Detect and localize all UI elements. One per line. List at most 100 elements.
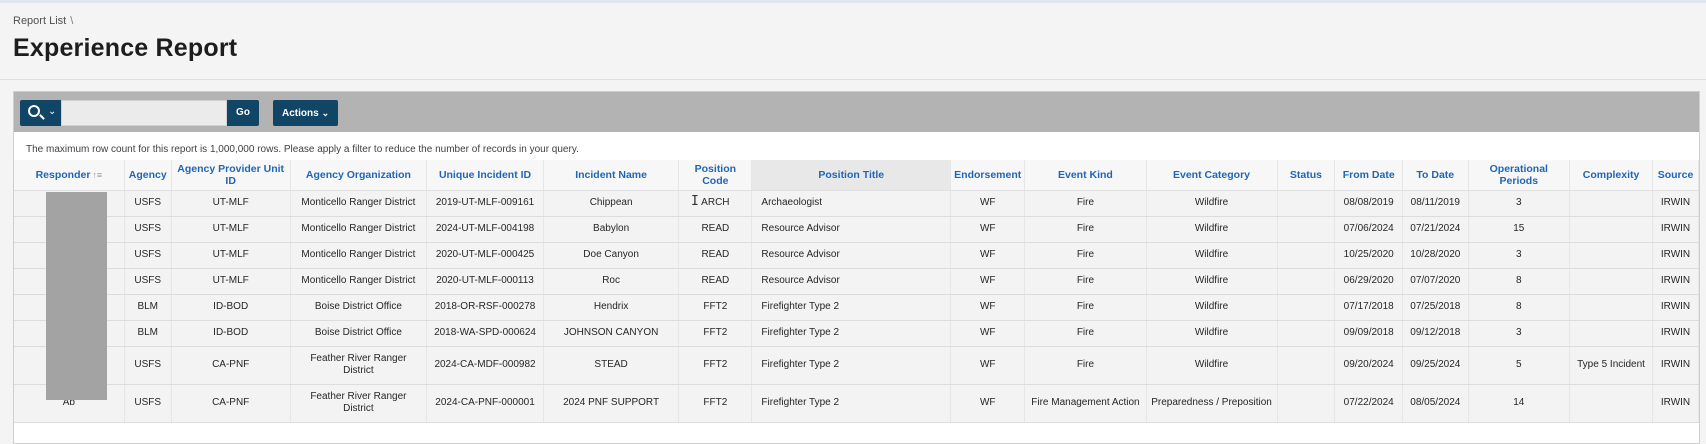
- table-cell: [1277, 384, 1336, 423]
- table-cell: Resource Advisor: [751, 216, 952, 243]
- table-cell: Fire: [1024, 242, 1147, 269]
- table-cell: USFS: [124, 190, 172, 217]
- report-table: Responder ↑≡ Agency Agency Provider Unit …: [14, 160, 1699, 423]
- column-header[interactable]: From Date: [1334, 160, 1404, 191]
- table-cell: 8: [1468, 294, 1571, 321]
- table-row: AbUSFSCA-PNFFeather River Ranger Distric…: [14, 346, 1699, 385]
- go-button[interactable]: Go: [227, 100, 259, 126]
- column-header[interactable]: Endorsement: [950, 160, 1026, 191]
- column-header[interactable]: Operational Periods: [1468, 160, 1571, 191]
- table-cell: Wildfire: [1146, 294, 1278, 321]
- table-cell: 07/25/2018: [1402, 294, 1469, 321]
- column-header[interactable]: Event Category: [1146, 160, 1278, 191]
- table-cell: Archaeologist: [751, 190, 952, 217]
- column-header[interactable]: Agency Organization: [290, 160, 428, 191]
- table-cell: 08/08/2019: [1334, 190, 1404, 217]
- table-cell: FFT2: [678, 294, 753, 321]
- column-header[interactable]: Agency: [124, 160, 172, 191]
- table-cell: 09/09/2018: [1334, 320, 1404, 347]
- table-cell: WF: [950, 346, 1026, 385]
- table-cell: IRWIN: [1652, 242, 1699, 269]
- table-cell: Monticello Ranger District: [290, 190, 428, 217]
- column-header[interactable]: Event Kind: [1024, 160, 1147, 191]
- column-header[interactable]: Complexity: [1569, 160, 1654, 191]
- column-header[interactable]: Status: [1277, 160, 1336, 191]
- breadcrumb-report-list[interactable]: Report List: [13, 15, 66, 27]
- table-cell: ARCH: [678, 190, 753, 217]
- table-cell: Wildfire: [1146, 268, 1278, 295]
- actions-menu-button[interactable]: Actions ⌄: [273, 100, 338, 126]
- table-cell: ID-BOD: [171, 320, 291, 347]
- table-cell: 07/17/2018: [1334, 294, 1404, 321]
- table-cell: [1569, 294, 1654, 321]
- table-cell: 07/06/2024: [1334, 216, 1404, 243]
- column-header[interactable]: Unique Incident ID: [426, 160, 544, 191]
- search-column-menu-button[interactable]: ⌄: [20, 100, 61, 126]
- breadcrumb-separator: \: [70, 15, 74, 27]
- table-cell: IRWIN: [1652, 384, 1699, 423]
- table-cell: [1277, 294, 1336, 321]
- table-cell: USFS: [124, 384, 172, 423]
- table-cell: BLM: [124, 320, 172, 347]
- table-cell: Fire: [1024, 320, 1147, 347]
- table-cell: 07/22/2024: [1334, 384, 1404, 423]
- table-cell: Resource Advisor: [751, 242, 952, 269]
- table-cell: BLM: [124, 294, 172, 321]
- table-cell: STEAD: [543, 346, 680, 385]
- table-cell: WF: [950, 384, 1026, 423]
- table-row: ABLMID-BODBoise District Office2018-WA-S…: [14, 320, 1699, 347]
- table-cell: USFS: [124, 216, 172, 243]
- table-cell: Wildfire: [1146, 216, 1278, 243]
- table-cell: [1277, 242, 1336, 269]
- table-row: AUSFSUT-MLFMonticello Ranger District202…: [14, 216, 1699, 243]
- column-header[interactable]: Responder ↑≡: [14, 160, 125, 191]
- table-cell: Wildfire: [1146, 346, 1278, 385]
- table-cell: Wildfire: [1146, 190, 1278, 217]
- page-title: Experience Report: [13, 34, 238, 62]
- table-cell: Hendrix: [543, 294, 680, 321]
- column-header[interactable]: Source: [1652, 160, 1699, 191]
- column-header[interactable]: Incident Name: [543, 160, 680, 191]
- table-cell: 5: [1468, 346, 1571, 385]
- table-cell: UT-MLF: [171, 268, 291, 295]
- table-cell: Firefighter Type 2: [751, 294, 952, 321]
- table-cell: Roc: [543, 268, 680, 295]
- redacted-names-block: [46, 192, 107, 400]
- column-header[interactable]: Agency Provider Unit ID: [171, 160, 291, 191]
- actions-label: Actions: [282, 108, 319, 119]
- table-cell: 10/28/2020: [1402, 242, 1469, 269]
- table-cell: 2020-UT-MLF-000425: [426, 242, 544, 269]
- table-cell: WF: [950, 268, 1026, 295]
- column-header[interactable]: To Date: [1402, 160, 1469, 191]
- table-cell: 2024-UT-MLF-004198: [426, 216, 544, 243]
- column-header[interactable]: Position Code: [678, 160, 753, 191]
- table-cell: Wildfire: [1146, 320, 1278, 347]
- table-cell: [1277, 320, 1336, 347]
- sort-ascending-icon: ↑≡: [92, 169, 103, 180]
- report-region: ⌄ Go Actions ⌄ The maximum row count for …: [13, 91, 1700, 444]
- table-cell: UT-MLF: [171, 216, 291, 243]
- table-cell: 3: [1468, 320, 1571, 347]
- table-cell: 09/25/2024: [1402, 346, 1469, 385]
- table-cell: Monticello Ranger District: [290, 242, 428, 269]
- table-cell: READ: [678, 216, 753, 243]
- page-header: Report List \ Experience Report: [0, 3, 1706, 80]
- table-cell: Doe Canyon: [543, 242, 680, 269]
- table-cell: 08/11/2019: [1402, 190, 1469, 217]
- table-cell: Type 5 Incident: [1569, 346, 1654, 385]
- table-cell: FFT2: [678, 346, 753, 385]
- table-cell: [1569, 268, 1654, 295]
- table-cell: IRWIN: [1652, 190, 1699, 217]
- chevron-down-icon: ⌄: [321, 108, 330, 118]
- max-row-notice: The maximum row count for this report is…: [26, 144, 579, 155]
- table-cell: Resource Advisor: [751, 268, 952, 295]
- breadcrumb: Report List \: [13, 15, 73, 27]
- column-header[interactable]: Position Title: [751, 160, 952, 191]
- table-cell: Fire: [1024, 190, 1147, 217]
- search-input[interactable]: [61, 100, 227, 126]
- table-cell: Firefighter Type 2: [751, 320, 952, 347]
- table-row: AUSFSUT-MLFMonticello Ranger District202…: [14, 268, 1699, 295]
- table-cell: 06/29/2020: [1334, 268, 1404, 295]
- report-toolbar: ⌄ Go Actions ⌄: [14, 92, 1699, 132]
- table-cell: 07/07/2020: [1402, 268, 1469, 295]
